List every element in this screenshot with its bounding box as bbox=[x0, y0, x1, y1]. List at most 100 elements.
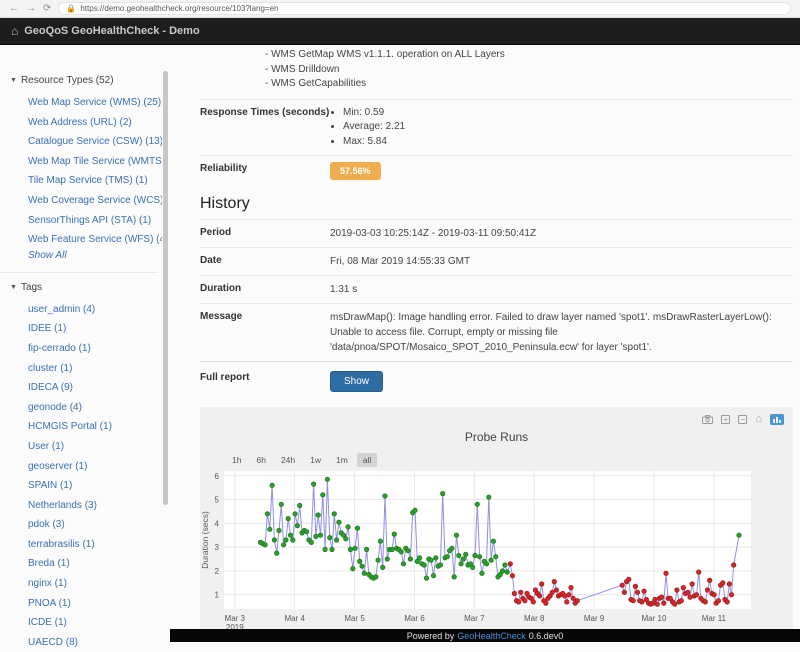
response-times-values: Min: 0.59Average: 2.21Max: 5.84 bbox=[330, 106, 405, 150]
range-button[interactable]: 1h bbox=[226, 453, 247, 467]
probe-check-item: - WMS GetCapabilities bbox=[265, 77, 793, 92]
response-times-row: Response Times (seconds) Min: 0.59Averag… bbox=[200, 99, 793, 156]
history-row-message: Message msDrawMap(): Image handling erro… bbox=[200, 303, 793, 361]
svg-text:Mar 8: Mar 8 bbox=[524, 614, 545, 623]
message-label: Message bbox=[200, 310, 330, 355]
sidebar-item-resource-type[interactable]: Catalogue Service (CSW) (13) bbox=[28, 132, 162, 152]
sidebar-item-tag[interactable]: geoserver (1) bbox=[28, 457, 162, 477]
sidebar-item-tag[interactable]: geonode (4) bbox=[28, 398, 162, 418]
sidebar-item-tag[interactable]: fip-cerrado (1) bbox=[28, 339, 162, 359]
sidebar-item-tag[interactable]: cluster (1) bbox=[28, 359, 162, 379]
range-button[interactable]: 1m bbox=[330, 453, 354, 467]
filter-icon: ▼ bbox=[10, 284, 17, 291]
svg-text:6: 6 bbox=[215, 472, 220, 481]
reliability-badge: 57.56% bbox=[330, 162, 381, 180]
sidebar-item-resource-type[interactable]: Web Map Service (WMS) (25) bbox=[28, 93, 162, 113]
show-all-link[interactable]: Show All bbox=[28, 250, 162, 267]
reload-icon[interactable]: ⟳ bbox=[43, 4, 51, 14]
history-row-duration: Duration 1.31 s bbox=[200, 275, 793, 303]
sidebar-item-tag[interactable]: user_admin (4) bbox=[28, 300, 162, 320]
sidebar-item-resource-type[interactable]: Web Map Tile Service (WMTS) (4) bbox=[28, 152, 162, 172]
svg-text:Mar 6: Mar 6 bbox=[404, 614, 425, 623]
full-report-label: Full report bbox=[200, 371, 330, 392]
main-content: - WMS GetMap WMS v1.1.1. operation on AL… bbox=[170, 45, 800, 629]
resource-types-header-label: Resource Types (52) bbox=[21, 75, 114, 86]
probe-runs-chart[interactable]: Mar 3Mar 4Mar 5Mar 6Mar 7Mar 8Mar 9Mar 1… bbox=[200, 469, 793, 629]
duration-label: Duration bbox=[200, 282, 330, 297]
sidebar-item-tag[interactable]: pdok (3) bbox=[28, 515, 162, 535]
probe-check-item: - WMS GetMap WMS v1.1.1. operation on AL… bbox=[265, 48, 793, 63]
svg-text:Mar 7: Mar 7 bbox=[464, 614, 485, 623]
range-button[interactable]: 24h bbox=[275, 453, 301, 467]
reset-axes-icon[interactable]: ⌂ bbox=[755, 414, 762, 425]
history-row-period: Period 2019-03-03 10:25:14Z - 2019-03-11… bbox=[200, 219, 793, 247]
history-row-date: Date Fri, 08 Mar 2019 14:55:33 GMT bbox=[200, 247, 793, 275]
tags-header: ▼ Tags bbox=[10, 282, 162, 293]
svg-text:1: 1 bbox=[215, 591, 220, 600]
range-button[interactable]: 1w bbox=[304, 453, 327, 467]
browser-toolbar: ← → ⟳ 🔒 https://demo.geohealthcheck.org/… bbox=[0, 0, 800, 18]
svg-text:4: 4 bbox=[215, 519, 220, 528]
show-report-button[interactable]: Show bbox=[330, 371, 383, 392]
back-icon[interactable]: ← bbox=[9, 4, 19, 14]
sidebar-item-resource-type[interactable]: Web Feature Service (WFS) (4) bbox=[28, 230, 162, 250]
zoom-in-icon[interactable]: + bbox=[721, 415, 730, 424]
sidebar-item-tag[interactable]: terrabrasilis (1) bbox=[28, 535, 162, 555]
forward-icon[interactable]: → bbox=[26, 4, 36, 14]
sidebar-item-resource-type[interactable]: Tile Map Service (TMS) (1) bbox=[28, 171, 162, 191]
duration-timeseries-plot[interactable]: Mar 3Mar 4Mar 5Mar 6Mar 7Mar 8Mar 9Mar 1… bbox=[200, 469, 760, 629]
chart-modebar: + − ⌂ bbox=[702, 414, 784, 425]
geohealthcheck-link[interactable]: GeoHealthCheck bbox=[457, 631, 526, 641]
home-icon[interactable]: ⌂ bbox=[11, 25, 18, 37]
sidebar: ▼ Resource Types (52) Web Map Service (W… bbox=[0, 45, 170, 642]
sidebar-item-tag[interactable]: User (1) bbox=[28, 437, 162, 457]
sidebar-item-tag[interactable]: ICDE (1) bbox=[28, 613, 162, 633]
sidebar-item-tag[interactable]: PNOA (1) bbox=[28, 594, 162, 614]
sidebar-item-tag[interactable]: Breda (1) bbox=[28, 554, 162, 574]
sidebar-item-tag[interactable]: HCMGIS Portal (1) bbox=[28, 417, 162, 437]
sidebar-item-resource-type[interactable]: SensorThings API (STA) (1) bbox=[28, 211, 162, 231]
powered-by-text: Powered by bbox=[407, 631, 455, 641]
probe-runs-chart-panel: + − ⌂ Probe Runs 1h6h 24h1w1mall Mar 3 Mar… bbox=[200, 407, 793, 629]
sidebar-scrollbar[interactable] bbox=[163, 71, 168, 505]
period-label: Period bbox=[200, 226, 330, 241]
sidebar-item-resource-type[interactable]: Web Coverage Service (WCS) (2) bbox=[28, 191, 162, 211]
svg-text:Mar 3: Mar 3 bbox=[225, 614, 246, 623]
svg-text:Mar 4: Mar 4 bbox=[284, 614, 305, 623]
plotly-logo-icon[interactable] bbox=[770, 414, 784, 425]
sidebar-item-resource-type[interactable]: Web Address (URL) (2) bbox=[28, 113, 162, 133]
range-button[interactable]: all bbox=[357, 453, 378, 467]
date-label: Date bbox=[200, 254, 330, 269]
reliability-label: Reliability bbox=[200, 162, 330, 180]
sidebar-item-tag[interactable]: IDECA (9) bbox=[28, 378, 162, 398]
lock-icon: 🔒 bbox=[66, 5, 76, 13]
svg-text:5: 5 bbox=[215, 496, 220, 505]
duration-value: 1.31 s bbox=[330, 282, 793, 297]
full-report-row: Full report Show bbox=[200, 361, 793, 398]
svg-text:Mar 10: Mar 10 bbox=[642, 614, 667, 623]
camera-icon[interactable] bbox=[702, 415, 713, 424]
probe-checks-list: - WMS GetMap WMS v1.1.1. operation on AL… bbox=[265, 48, 793, 92]
sidebar-item-tag[interactable]: IDEE (1) bbox=[28, 319, 162, 339]
sidebar-item-tag[interactable]: UAECD (8) bbox=[28, 633, 162, 652]
chart-title: Probe Runs bbox=[200, 407, 793, 444]
zoom-out-icon[interactable]: − bbox=[738, 415, 747, 424]
tags-list: user_admin (4)IDEE (1)fip-cerrado (1)clu… bbox=[10, 300, 162, 652]
tags-header-label: Tags bbox=[21, 282, 42, 293]
address-bar[interactable]: 🔒 https://demo.geohealthcheck.org/resour… bbox=[58, 2, 791, 15]
sidebar-item-tag[interactable]: SPAIN (1) bbox=[28, 476, 162, 496]
sidebar-item-tag[interactable]: Netherlands (3) bbox=[28, 496, 162, 516]
history-title: History bbox=[200, 195, 793, 213]
response-time-item: Min: 0.59 bbox=[343, 106, 405, 121]
filter-icon: ▼ bbox=[10, 77, 17, 84]
svg-text:Mar 9: Mar 9 bbox=[584, 614, 605, 623]
brand-title[interactable]: GeoQoS GeoHealthCheck - Demo bbox=[24, 25, 199, 37]
message-value: msDrawMap(): Image handling error. Faile… bbox=[330, 310, 793, 355]
period-value: 2019-03-03 10:25:14Z - 2019-03-11 09:50:… bbox=[330, 226, 793, 241]
sidebar-item-tag[interactable]: nginx (1) bbox=[28, 574, 162, 594]
range-button[interactable]: 6h bbox=[250, 453, 271, 467]
date-value: Fri, 08 Mar 2019 14:55:33 GMT bbox=[330, 254, 793, 269]
sidebar-divider bbox=[0, 272, 158, 273]
reliability-row: Reliability 57.56% bbox=[200, 155, 793, 186]
resource-types-list: Web Map Service (WMS) (25)Web Address (U… bbox=[10, 93, 162, 250]
